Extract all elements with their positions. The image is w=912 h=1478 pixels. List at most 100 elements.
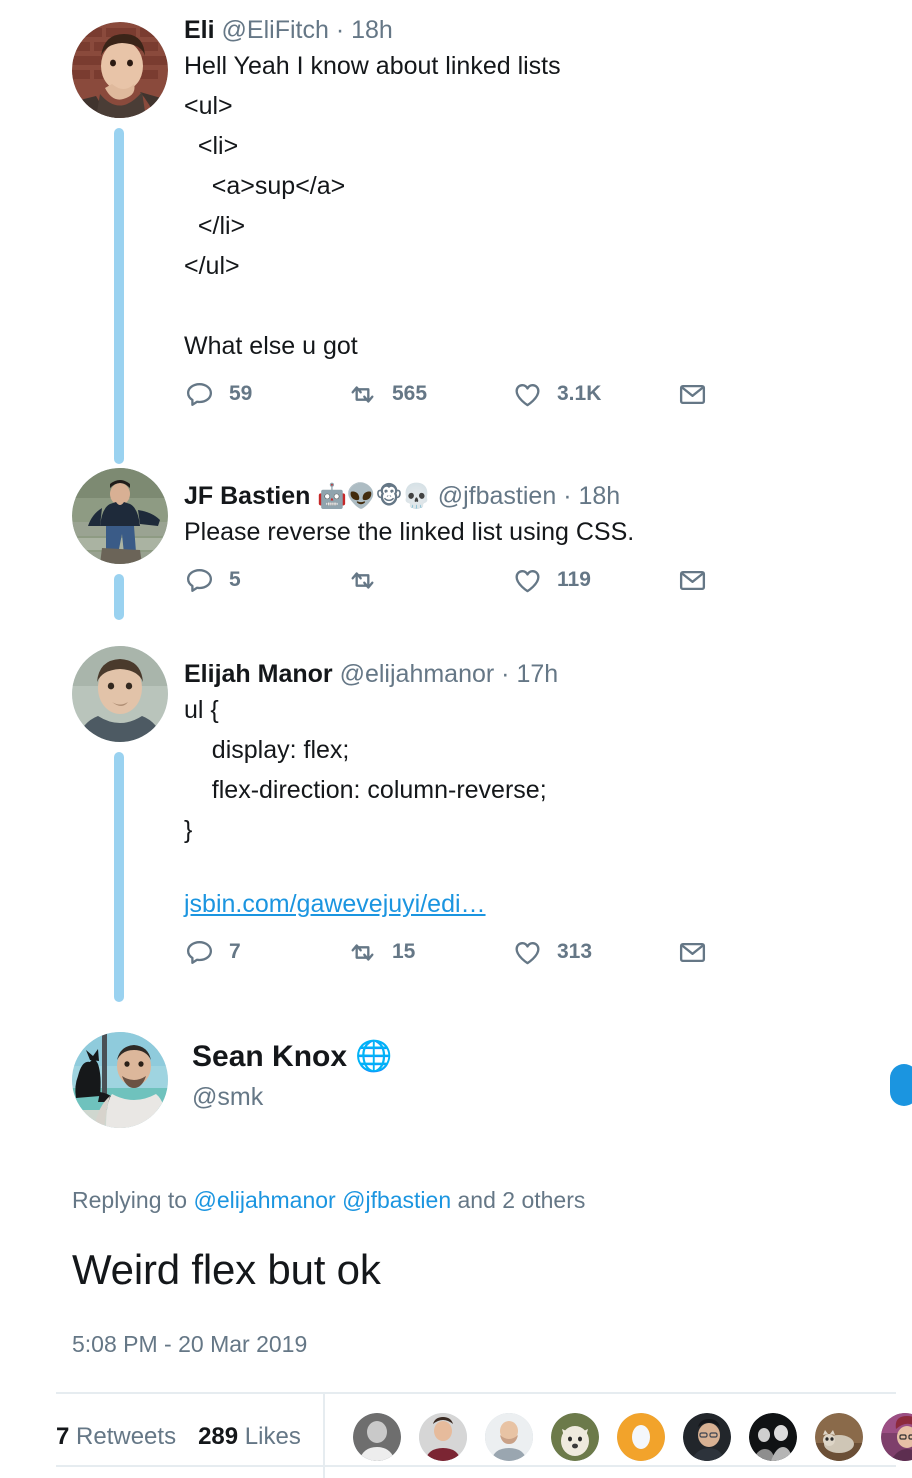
user-handle[interactable]: @smk [192, 1080, 393, 1114]
tweet-detail-page: Eli @EliFitch · 18h Hell Yeah I know abo… [0, 0, 912, 1478]
thread-connector-line [114, 574, 124, 620]
avatar-art [352, 1413, 401, 1461]
like-icon [515, 941, 540, 964]
reply-icon [186, 382, 213, 406]
thread-tweet[interactable]: JF Bastien 🤖👽🐵💀 @jfbastien · 18h Please … [0, 468, 912, 646]
facepile-avatar[interactable] [484, 1413, 533, 1461]
reply-count: 7 [229, 940, 241, 963]
retweet-icon [351, 385, 374, 403]
avatar-art [72, 468, 168, 564]
retweet-count-label: Retweets [76, 1423, 177, 1450]
separator-dot: · [563, 482, 572, 510]
avatar-image-smk[interactable] [72, 1032, 168, 1128]
facepile-avatar[interactable] [352, 1413, 401, 1461]
share-icon [679, 570, 706, 590]
reply-button[interactable]: 59 [184, 374, 347, 414]
timestamp[interactable]: 17h [516, 660, 558, 688]
share-button[interactable] [677, 560, 708, 600]
avatar-image-elijahmanor[interactable] [72, 646, 168, 742]
thread-connector-line [114, 128, 124, 464]
facepile [325, 1413, 912, 1461]
avatar-art [616, 1413, 665, 1461]
user-handle[interactable]: @jfbastien [438, 482, 557, 510]
retweet-button[interactable]: 15 [347, 932, 512, 972]
mention-jfbastien[interactable]: @jfbastien [342, 1187, 451, 1213]
avatar[interactable] [72, 468, 168, 564]
follow-button[interactable]: Follow [890, 1064, 912, 1106]
retweet-button[interactable]: 565 [347, 374, 512, 414]
display-name[interactable]: JF Bastien [184, 482, 310, 510]
focused-tweet: Sean Knox 🌐 @smk Follow Replying to @eli… [0, 1024, 912, 1360]
retweet-button[interactable] [347, 560, 512, 600]
avatar-image-eli[interactable] [72, 22, 168, 118]
facepile-avatar[interactable] [616, 1413, 665, 1461]
user-handle[interactable]: @elijahmanor [340, 660, 495, 688]
timestamp[interactable]: 18h [351, 16, 393, 44]
focused-tweet-timestamp[interactable]: 5:08 PM - 20 Mar 2019 [72, 1328, 896, 1360]
share-icon [679, 384, 706, 404]
like-count: 313 [557, 940, 593, 963]
like-count: 119 [557, 568, 591, 591]
avatar-art [72, 22, 168, 118]
like-button[interactable]: 119 [512, 560, 677, 600]
facepile-avatar[interactable] [418, 1413, 467, 1461]
reply-count: 59 [229, 382, 253, 405]
retweet-icon [351, 943, 374, 961]
display-name-row: Sean Knox 🌐 [192, 1038, 393, 1076]
tweet-header: JF Bastien 🤖👽🐵💀 @jfbastien · 18h [184, 480, 896, 512]
facepile-avatar[interactable] [748, 1413, 797, 1461]
display-name[interactable]: Elijah Manor [184, 660, 333, 688]
likes-stat[interactable]: 289 Likes [198, 1423, 301, 1451]
avatar-art [814, 1413, 863, 1461]
retweet-count: 15 [392, 940, 416, 963]
timestamp[interactable]: 18h [578, 482, 620, 510]
reply-icon [186, 568, 213, 592]
retweets-stat[interactable]: 7 Retweets [56, 1423, 176, 1451]
user-handle[interactable]: @EliFitch [222, 16, 329, 44]
reply-icon [186, 940, 213, 964]
avatar-art [418, 1413, 467, 1461]
reply-button[interactable]: 5 [184, 560, 347, 600]
thread-connector-line [114, 752, 124, 1002]
avatar-art [550, 1413, 599, 1461]
avatar-art [72, 1032, 168, 1128]
reply-button[interactable]: 7 [184, 932, 347, 972]
share-button[interactable] [677, 932, 708, 972]
avatar-image-jfbastien[interactable] [72, 468, 168, 564]
focused-user-info: Sean Knox 🌐 @smk [192, 1032, 393, 1114]
facepile-avatar[interactable] [814, 1413, 863, 1461]
mention-elijahmanor[interactable]: @elijahmanor [193, 1187, 335, 1213]
avatar[interactable] [72, 22, 168, 118]
facepile-avatar[interactable] [682, 1413, 731, 1461]
tweet-body-text: Please reverse the linked list using CSS… [184, 518, 635, 546]
replying-to-suffix: and 2 others [451, 1187, 586, 1213]
avatar-art [682, 1413, 731, 1461]
tweet-action-bar: 5 119 [184, 552, 896, 608]
tweet-link[interactable]: jsbin.com/gawevejuyi/edi… [184, 884, 896, 924]
avatar[interactable] [72, 646, 168, 742]
like-button[interactable]: 3.1K [512, 374, 677, 414]
display-name[interactable]: Eli [184, 16, 215, 44]
like-icon [515, 383, 540, 406]
retweet-count: 565 [392, 382, 428, 405]
share-button[interactable] [677, 374, 708, 414]
focused-tweet-header: Sean Knox 🌐 @smk Follow [72, 1024, 912, 1128]
avatar-art [72, 646, 168, 742]
reply-count: 5 [229, 568, 241, 591]
replying-to-prefix: Replying to [72, 1187, 194, 1213]
tweet-header: Eli @EliFitch · 18h [184, 14, 896, 46]
replying-to-line: Replying to @elijahmanor @jfbastien and … [72, 1184, 896, 1216]
thread-tweet[interactable]: Eli @EliFitch · 18h Hell Yeah I know abo… [0, 0, 912, 468]
display-name[interactable]: Sean Knox [192, 1040, 347, 1073]
tweet-action-bar: 59 565 3.1K [184, 366, 896, 422]
like-icon [515, 569, 540, 592]
retweet-count-value: 7 [56, 1423, 70, 1450]
facepile-avatar[interactable] [880, 1413, 912, 1461]
separator-dot: · [501, 660, 510, 688]
thread-tweet[interactable]: Elijah Manor @elijahmanor · 17h ul { dis… [0, 646, 912, 1024]
name-emoji: 🤖👽🐵💀 [317, 482, 431, 510]
retweet-icon [351, 571, 374, 589]
facepile-avatar[interactable] [550, 1413, 599, 1461]
like-button[interactable]: 313 [512, 932, 677, 972]
globe-icon: 🌐 [355, 1039, 393, 1074]
